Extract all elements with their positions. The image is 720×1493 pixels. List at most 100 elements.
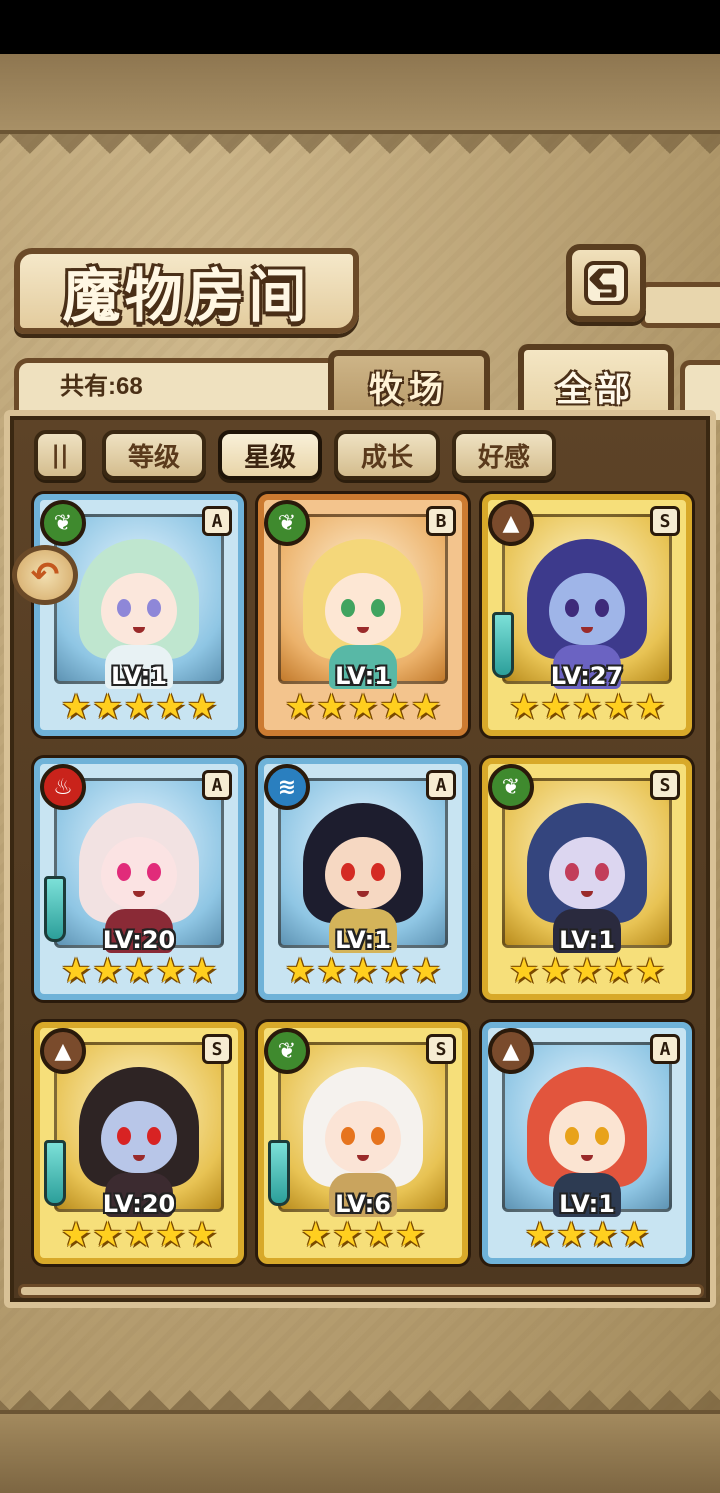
monster-count: 共有:68 xyxy=(60,373,143,400)
monster-card[interactable]: ▲ S LV:27 ★ ★ ★ ★ ★ xyxy=(482,494,692,736)
star-icon: ★ xyxy=(363,1215,394,1255)
back-button[interactable] xyxy=(566,244,646,322)
star-icon: ★ xyxy=(60,1215,92,1255)
monster-portrait xyxy=(278,778,448,953)
star-icon: ★ xyxy=(316,951,347,991)
star-icon: ★ xyxy=(316,687,347,727)
monster-level: LV:20 xyxy=(102,926,176,954)
monster-level: LV:20 xyxy=(102,1190,176,1218)
star-icon: ★ xyxy=(603,951,634,991)
rank-badge: S xyxy=(650,506,680,536)
star-rating: ★ ★ ★ ★ ★ xyxy=(488,952,686,990)
monster-portrait xyxy=(502,514,672,689)
rank-badge: A xyxy=(202,506,232,536)
fire-element-icon: ♨ xyxy=(40,764,86,810)
grass-element-icon: ❦ xyxy=(488,764,534,810)
star-rating: ★ ★ ★ ★ ★ xyxy=(40,1216,238,1254)
star-icon: ★ xyxy=(508,951,540,991)
star-icon: ★ xyxy=(524,1215,556,1255)
star-icon: ★ xyxy=(123,1215,155,1255)
star-rating: ★ ★ ★ ★ ★ xyxy=(40,688,238,726)
page-title: 魔物房间 xyxy=(62,262,311,330)
rank-badge: B xyxy=(426,506,456,536)
rank-badge: A xyxy=(650,1034,680,1064)
monster-card[interactable]: ≋ A LV:1 ★ ★ ★ ★ ★ xyxy=(258,758,468,1000)
star-icon: ★ xyxy=(92,687,123,727)
star-rating: ★ ★ ★ ★ ★ xyxy=(264,688,462,726)
star-rating: ★ ★ ★ ★ ★ xyxy=(40,952,238,990)
monster-portrait xyxy=(502,778,672,953)
rank-badge: A xyxy=(202,770,232,800)
monster-level: LV:1 xyxy=(335,662,391,690)
star-icon: ★ xyxy=(123,951,155,991)
back-arrow-icon xyxy=(584,261,628,305)
water-element-icon: ≋ xyxy=(264,764,310,810)
star-icon: ★ xyxy=(379,687,410,727)
filter-level-button[interactable]: 等级 xyxy=(102,430,206,480)
panel-bottom-bar xyxy=(18,1284,704,1298)
monster-level: LV:1 xyxy=(335,926,391,954)
star-icon: ★ xyxy=(332,1215,363,1255)
star-rating: ★ ★ ★ ★ ★ xyxy=(264,952,462,990)
monster-portrait xyxy=(54,778,224,953)
star-icon: ★ xyxy=(394,1215,426,1255)
filter-affinity-button[interactable]: 好感 xyxy=(452,430,556,480)
star-icon: ★ xyxy=(155,951,186,991)
monster-level: LV:1 xyxy=(559,1190,615,1218)
map-top-strip xyxy=(0,54,720,134)
star-icon: ★ xyxy=(603,687,634,727)
star-icon: ★ xyxy=(634,687,666,727)
star-icon: ★ xyxy=(60,951,92,991)
monster-portrait xyxy=(502,1042,672,1217)
star-rating: ★ ★ ★ ★ ★ xyxy=(488,688,686,726)
star-icon: ★ xyxy=(347,687,379,727)
star-rating: ★ ★ ★ ★ xyxy=(488,1216,686,1254)
monster-card[interactable]: ❦ S LV:1 ★ ★ ★ ★ ★ xyxy=(482,758,692,1000)
earth-element-icon: ▲ xyxy=(488,1028,534,1074)
star-icon: ★ xyxy=(186,687,218,727)
star-icon: ★ xyxy=(379,951,410,991)
filter-star-button[interactable]: 星级 xyxy=(218,430,322,480)
star-icon: ★ xyxy=(284,951,316,991)
monster-level: LV:6 xyxy=(335,1190,391,1218)
rank-badge: S xyxy=(650,770,680,800)
star-icon: ★ xyxy=(571,951,603,991)
grass-element-icon: ❦ xyxy=(40,500,86,546)
status-bar xyxy=(0,0,720,54)
star-icon: ★ xyxy=(60,687,92,727)
rank-badge: S xyxy=(426,1034,456,1064)
monster-level: LV:1 xyxy=(111,662,167,690)
star-icon: ★ xyxy=(186,1215,218,1255)
star-icon: ★ xyxy=(410,951,442,991)
monster-card[interactable]: ❦ S LV:6 ★ ★ ★ ★ xyxy=(258,1022,468,1264)
monster-portrait xyxy=(54,514,224,689)
side-arrow-icon[interactable]: ↶ xyxy=(12,545,78,605)
monster-card[interactable]: ▲ S LV:20 ★ ★ ★ ★ ★ xyxy=(34,1022,244,1264)
star-icon: ★ xyxy=(155,687,186,727)
star-icon: ★ xyxy=(634,951,666,991)
filter-growth-button[interactable]: 成长 xyxy=(334,430,440,480)
back-bar xyxy=(640,282,720,328)
star-icon: ★ xyxy=(587,1215,618,1255)
sort-toggle-button[interactable]: || xyxy=(34,430,86,480)
star-icon: ★ xyxy=(571,687,603,727)
star-icon: ★ xyxy=(556,1215,587,1255)
title-plate: 魔物房间 xyxy=(14,248,359,334)
monster-card[interactable]: ♨ A LV:20 ★ ★ ★ ★ ★ xyxy=(34,758,244,1000)
monster-portrait xyxy=(278,1042,448,1217)
monster-card[interactable]: ▲ A LV:1 ★ ★ ★ ★ xyxy=(482,1022,692,1264)
monster-portrait xyxy=(54,1042,224,1217)
star-icon: ★ xyxy=(508,687,540,727)
monster-card[interactable]: ❦ B LV:1 ★ ★ ★ ★ ★ xyxy=(258,494,468,736)
star-icon: ★ xyxy=(300,1215,332,1255)
tab-ranch[interactable]: 牧场 xyxy=(328,350,490,416)
star-icon: ★ xyxy=(618,1215,650,1255)
zigzag-bottom-decoration xyxy=(0,1370,720,1410)
grass-element-icon: ❦ xyxy=(264,500,310,546)
star-icon: ★ xyxy=(347,951,379,991)
star-icon: ★ xyxy=(410,687,442,727)
star-icon: ★ xyxy=(284,687,316,727)
earth-element-icon: ▲ xyxy=(488,500,534,546)
monster-card[interactable]: ❦ A LV:1 ★ ★ ★ ★ ★ xyxy=(34,494,244,736)
star-icon: ★ xyxy=(92,1215,123,1255)
